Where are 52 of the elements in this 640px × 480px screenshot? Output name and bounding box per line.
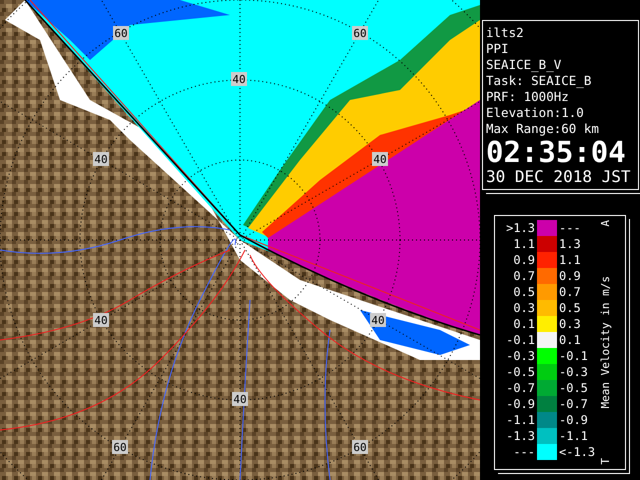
info-line: Max Range:60 km [486,121,600,137]
legend-upper-value: 0.9 [558,269,582,283]
legend-lower-value: 0.7 [512,269,536,283]
legend-upper-value: -0.9 [558,413,589,427]
range-label: 40 [370,313,386,327]
legend-lower-value: -0.3 [505,349,536,363]
scan-time: 02:35:04 [486,137,627,167]
legend-lower-value: -1.3 [505,429,536,443]
legend-upper-value: -0.5 [558,381,589,395]
legend-lower-value: 0.5 [512,285,536,299]
range-label: 40 [93,313,109,327]
legend-mark: T [598,458,612,465]
legend-upper-value: 1.3 [558,237,582,251]
range-label: 40 [231,72,247,86]
legend-upper-value: 0.1 [558,333,582,347]
legend-lower-value: -0.1 [505,333,536,347]
legend-lower-value: --- [512,445,536,459]
info-line: Task: SEAICE_B [486,73,592,89]
info-line: PRF: 1000Hz [486,89,570,105]
legend-lower-value: -0.9 [505,397,536,411]
legend-upper-value: -1.1 [558,429,589,443]
range-label: 60 [352,440,368,454]
legend-upper-value: 1.1 [558,253,582,267]
info-line: Elevation:1.0 [486,105,585,121]
range-label: 40 [372,152,388,166]
legend-lower-value: -0.5 [505,365,536,379]
legend-upper-value: 0.5 [558,301,582,315]
scan-date: 30 DEC 2018 JST [486,167,632,187]
info-line: PPI [486,41,510,57]
legend-lower-value: 0.1 [512,317,536,331]
range-label: 60 [112,440,128,454]
legend-upper-value: <-1.3 [558,445,596,459]
range-label: 60 [352,26,368,40]
legend-upper-value: --- [558,221,582,235]
legend-upper-value: 0.3 [558,317,582,331]
info-line: SEAICE_B_V [486,57,562,73]
legend-lower-value: 0.3 [512,301,536,315]
legend-upper-value: -0.1 [558,349,589,363]
legend-upper-value: 0.7 [558,285,582,299]
legend-upper-value: -0.3 [558,365,589,379]
legend-mark: A [598,220,612,227]
range-label: 60 [113,26,129,40]
legend-lower-value: >1.3 [505,221,536,235]
legend-lower-value: -0.7 [505,381,536,395]
legend-lower-value: -1.1 [505,413,536,427]
legend-lower-value: 0.9 [512,253,536,267]
range-label: 40 [93,152,109,166]
range-label: 40 [232,392,248,406]
legend-title: Mean Velocity in m/s [598,276,612,409]
legend-upper-value: -0.7 [558,397,589,411]
legend-lower-value: 1.1 [512,237,536,251]
info-line: ilts2 [486,25,525,41]
